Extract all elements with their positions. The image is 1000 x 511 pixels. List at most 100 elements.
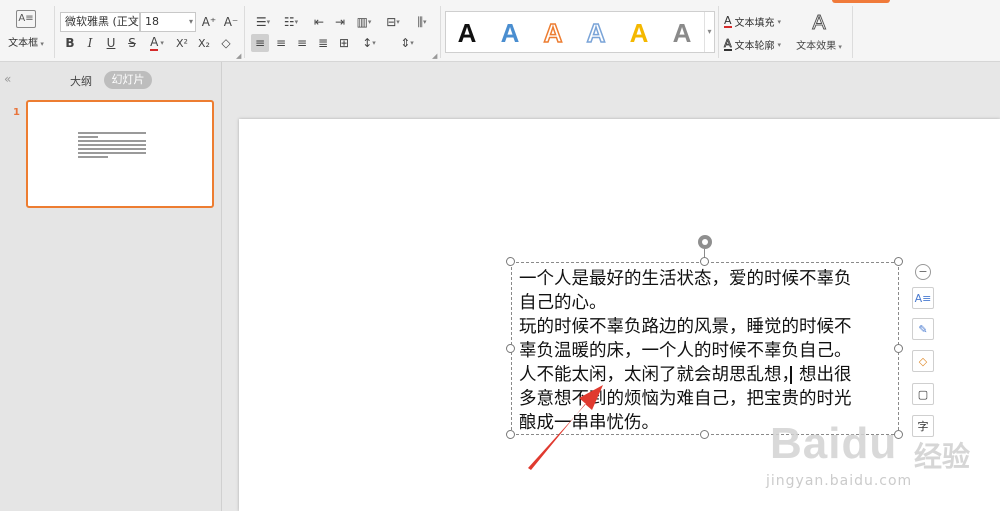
- collapse-toolbar-icon[interactable]: −: [915, 264, 931, 280]
- text-line: 玩的时候不辜负路边的风景，睡觉的时候不: [519, 317, 852, 337]
- subscript-button[interactable]: X₂: [195, 34, 213, 52]
- text-line: 一个人是最好的生活状态，爱的时候不辜负: [519, 269, 852, 289]
- superscript-button[interactable]: X²: [173, 34, 191, 52]
- font-name-select[interactable]: 微软雅黑 (正文 ▾: [60, 12, 140, 32]
- increase-indent-button[interactable]: ⇥: [331, 13, 349, 31]
- text-style-gallery[interactable]: A A A A A A ▾: [445, 11, 715, 53]
- columns-button[interactable]: ▥ ▾: [353, 13, 375, 31]
- text-fill-button[interactable]: A 文本填充 ▾: [724, 14, 781, 29]
- columns-icon: ▥: [356, 15, 368, 29]
- watermark-url: jingyan.baidu.com: [766, 473, 913, 489]
- bold-button[interactable]: B: [61, 34, 79, 52]
- text-box-content[interactable]: 一个人是最好的生活状态，爱的时候不辜负 自己的心。 玩的时候不辜负路边的风景，睡…: [519, 267, 895, 435]
- text-fill-icon: A: [724, 13, 732, 28]
- bullet-list-button[interactable]: ☰ ▾: [252, 13, 274, 31]
- font-color-icon: A: [150, 34, 159, 51]
- resize-handle-top-left[interactable]: [506, 257, 515, 266]
- rotate-handle-icon[interactable]: [698, 235, 712, 249]
- justify-button[interactable]: ≣: [314, 34, 332, 52]
- numbered-list-button[interactable]: ☷ ▾: [280, 13, 302, 31]
- resize-handle-bottom[interactable]: [700, 430, 709, 439]
- resize-handle-left[interactable]: [506, 344, 515, 353]
- border-icon: ▢: [917, 387, 929, 401]
- thumbnail-text-line: [78, 136, 98, 138]
- align-left-button[interactable]: ≡: [251, 34, 269, 52]
- text-outline-button[interactable]: A 文本轮廓 ▾: [724, 37, 781, 52]
- text-cursor: [790, 366, 792, 384]
- border-button[interactable]: ▢: [912, 383, 934, 405]
- font-color-button[interactable]: A ▾: [145, 34, 169, 52]
- eraser-icon: ◇: [221, 36, 231, 50]
- shrink-font-icon: A⁻: [223, 15, 239, 29]
- tab-slides[interactable]: 幻灯片: [104, 71, 152, 89]
- fill-icon: ◇: [918, 354, 928, 368]
- resize-handle-right[interactable]: [894, 344, 903, 353]
- strikethrough-icon: S: [128, 36, 136, 50]
- pen-icon: ✎: [918, 322, 928, 336]
- selected-text-box[interactable]: 一个人是最好的生活状态，爱的时候不辜负 自己的心。 玩的时候不辜负路边的风景，睡…: [511, 262, 899, 435]
- thumbnail-text-line: [78, 156, 108, 158]
- bold-icon: B: [65, 36, 75, 50]
- line-spacing-icon: ↕: [362, 36, 373, 50]
- watermark-logo: Baidu: [770, 419, 898, 468]
- strikethrough-button[interactable]: S: [123, 34, 141, 52]
- ribbon-separator: [54, 6, 55, 58]
- underline-button[interactable]: U: [102, 34, 120, 52]
- align-right-icon: ≡: [296, 36, 308, 50]
- gallery-more-button[interactable]: ▾: [704, 12, 714, 52]
- distribute-button[interactable]: ⊞: [335, 34, 353, 52]
- thumbnail-text-line: [78, 144, 146, 146]
- text-style-blue-outline[interactable]: A: [579, 16, 613, 50]
- textbox-label: 文本框: [8, 38, 39, 49]
- text-line: 人不能太闲，太闲了就会胡思乱想，想出很: [519, 365, 852, 385]
- text-style-black[interactable]: A: [450, 16, 484, 50]
- textbox-icon: A≡: [16, 10, 36, 28]
- text-style-blue[interactable]: A: [493, 16, 527, 50]
- text-outline-icon: A: [724, 36, 732, 51]
- tab-outline[interactable]: 大纲: [70, 73, 92, 89]
- text-direction-button[interactable]: ⊟ ▾: [382, 13, 404, 31]
- text-fill-label: 文本填充: [734, 18, 775, 29]
- slide-number: 1: [13, 107, 20, 118]
- clear-format-button[interactable]: ◇: [217, 34, 235, 52]
- ribbon-separator: [852, 6, 853, 58]
- dialog-launcher-icon[interactable]: ◢: [236, 52, 241, 60]
- align-right-button[interactable]: ≡: [293, 34, 311, 52]
- resize-handle-top[interactable]: [700, 257, 709, 266]
- baidu-watermark: Baidu 经验 jingyan.baidu.com: [760, 411, 990, 511]
- shrink-font-button[interactable]: A⁻: [222, 13, 240, 31]
- text-direction-icon: ⊟: [386, 15, 397, 29]
- dialog-launcher-icon[interactable]: ◢: [432, 52, 437, 60]
- justify-icon: ≣: [317, 36, 329, 50]
- superscript-icon: X²: [176, 36, 188, 50]
- text-style-orange-outline[interactable]: A: [536, 16, 570, 50]
- fill-button[interactable]: ◇: [912, 350, 934, 372]
- slide-thumbnail-1[interactable]: [26, 100, 214, 208]
- font-size-select[interactable]: 18 ▾: [140, 12, 196, 32]
- decrease-indent-icon: ⇤: [313, 15, 325, 29]
- bullet-list-icon: ☰: [255, 15, 267, 29]
- italic-icon: I: [87, 36, 93, 50]
- text-effect-button[interactable]: A 文本效果 ▾: [794, 10, 844, 54]
- align-center-button[interactable]: ≡: [272, 34, 290, 52]
- decrease-indent-button[interactable]: ⇤: [310, 13, 328, 31]
- text-format-button[interactable]: A≡: [912, 287, 934, 309]
- italic-button[interactable]: I: [81, 34, 99, 52]
- textbox-button[interactable]: A≡ 文本框 ▾: [4, 10, 48, 54]
- text-effect-label: 文本效果: [796, 41, 837, 52]
- text-style-gold[interactable]: A: [622, 16, 656, 50]
- resize-handle-bottom-left[interactable]: [506, 430, 515, 439]
- underline-icon: U: [106, 36, 116, 50]
- paragraph-spacing-button[interactable]: ⇕ ▾: [396, 34, 418, 52]
- text-style-gray[interactable]: A: [665, 16, 699, 50]
- chevron-down-icon: ▾: [132, 17, 137, 26]
- text-line: 辜负温暖的床，一个人的时候不辜负自己。: [519, 341, 852, 361]
- text-format-icon: A≡: [914, 291, 932, 305]
- align-text-button[interactable]: ⫼ ▾: [411, 13, 433, 31]
- line-spacing-button[interactable]: ↕ ▾: [358, 34, 380, 52]
- grow-font-button[interactable]: A⁺: [200, 13, 218, 31]
- pen-button[interactable]: ✎: [912, 318, 934, 340]
- align-center-icon: ≡: [275, 36, 287, 50]
- resize-handle-top-right[interactable]: [894, 257, 903, 266]
- collapse-panel-icon[interactable]: «: [4, 72, 11, 86]
